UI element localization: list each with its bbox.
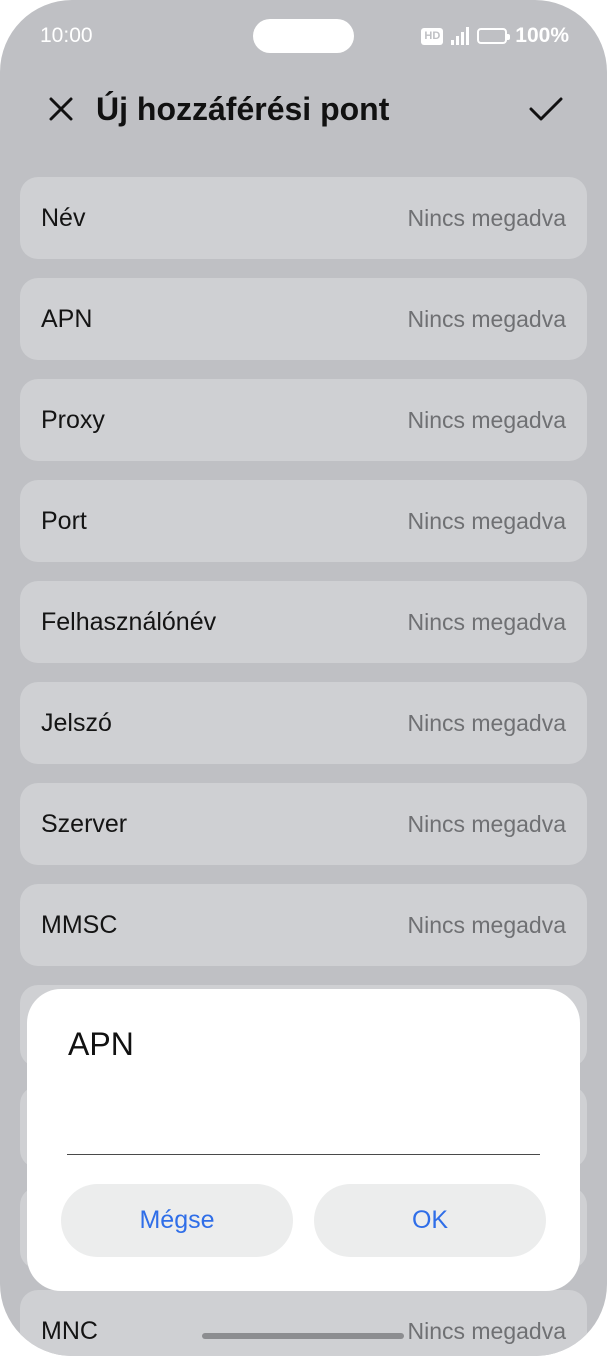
row-label: MMSC (41, 910, 118, 939)
row-label: APN (41, 304, 93, 333)
list-item-name[interactable]: Név Nincs megadva (20, 177, 587, 259)
row-value: Nincs megadva (407, 507, 566, 534)
row-label: Jelszó (41, 708, 112, 737)
list-item-mmsc[interactable]: MMSC Nincs megadva (20, 884, 587, 966)
row-value: Nincs megadva (407, 406, 566, 433)
close-icon (49, 97, 73, 121)
cancel-button[interactable]: Mégse (61, 1184, 293, 1257)
row-value: Nincs megadva (407, 305, 566, 332)
list-item-apn[interactable]: APN Nincs megadva (20, 278, 587, 360)
check-icon (529, 97, 563, 121)
list-item-port[interactable]: Port Nincs megadva (20, 480, 587, 562)
phone-screen: 10:00 HD 100% Új hozzáférési pont Név Ni… (0, 0, 607, 1356)
ok-button[interactable]: OK (314, 1184, 546, 1257)
row-label: Proxy (41, 405, 105, 434)
close-button[interactable] (40, 88, 82, 130)
list-item-mnc[interactable]: MNC Nincs megadva (20, 1290, 587, 1356)
list-item-proxy[interactable]: Proxy Nincs megadva (20, 379, 587, 461)
row-label: Szerver (41, 809, 128, 838)
dialog-title: APN (68, 1026, 134, 1062)
apn-input[interactable] (67, 1094, 540, 1155)
row-label: Felhasználónév (41, 607, 217, 636)
camera-pill (253, 19, 354, 53)
row-value: Nincs megadva (407, 810, 566, 837)
row-value: Nincs megadva (407, 1317, 566, 1344)
home-indicator[interactable] (202, 1333, 404, 1339)
row-value: Nincs megadva (407, 911, 566, 938)
row-label: Port (41, 506, 87, 535)
apn-dialog: APN Mégse OK (27, 989, 580, 1291)
battery-percent: 100% (515, 24, 569, 47)
row-label: MNC (41, 1316, 98, 1345)
confirm-button[interactable] (525, 88, 567, 130)
signal-icon (451, 27, 470, 45)
hd-icon: HD (421, 27, 444, 45)
row-value: Nincs megadva (407, 204, 566, 231)
battery-icon (477, 28, 511, 44)
list-item-server[interactable]: Szerver Nincs megadva (20, 783, 587, 865)
status-icons: HD 100% (421, 24, 569, 48)
page-title: Új hozzáférési pont (96, 91, 390, 127)
row-value: Nincs megadva (407, 608, 566, 635)
row-label: Név (41, 203, 86, 232)
status-time: 10:00 (40, 24, 93, 47)
list-item-username[interactable]: Felhasználónév Nincs megadva (20, 581, 587, 663)
list-item-password[interactable]: Jelszó Nincs megadva (20, 682, 587, 764)
row-value: Nincs megadva (407, 709, 566, 736)
